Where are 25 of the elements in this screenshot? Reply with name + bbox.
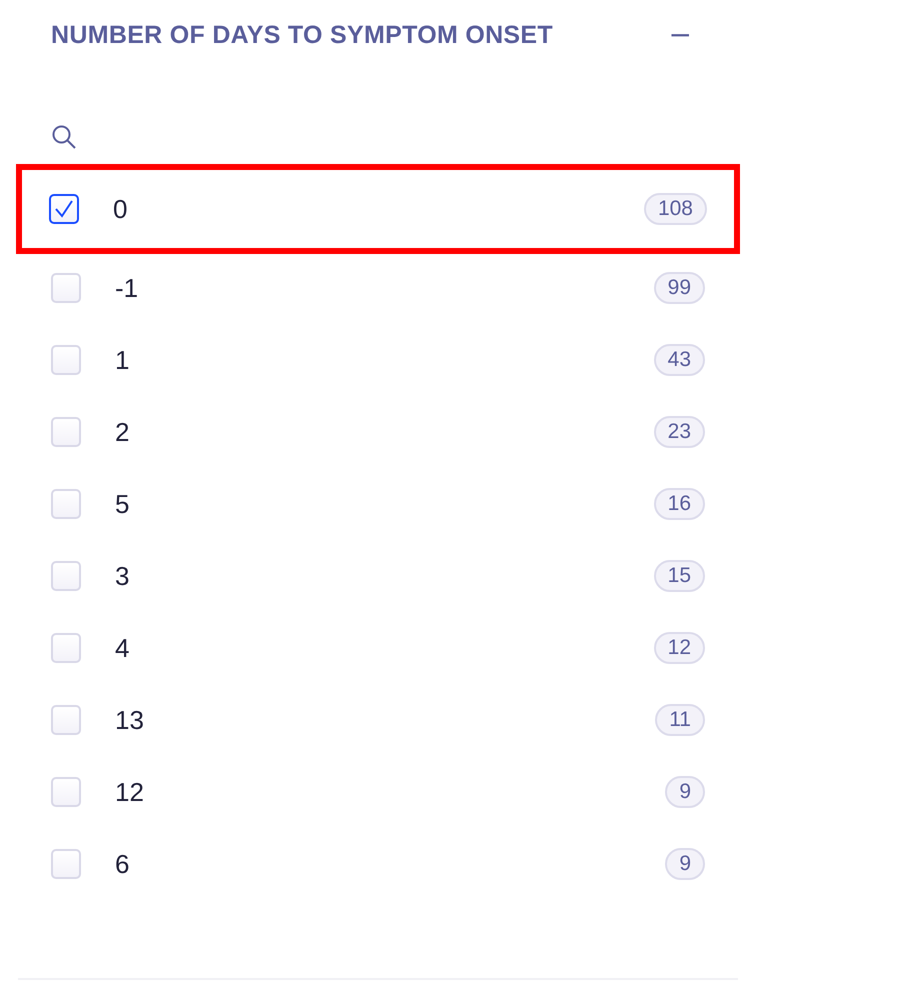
option-label: -1 [115,272,140,304]
option-label: 13 [115,704,145,736]
count-badge: 23 [654,416,705,448]
count-badge: 16 [654,488,705,520]
checkbox[interactable] [49,194,79,224]
option-label: 6 [115,848,130,880]
count-badge: 9 [665,848,705,880]
search-icon[interactable] [51,124,77,150]
option-label: 4 [115,632,130,664]
count-badge: 9 [665,776,705,808]
filter-title: NUMBER OF DAYS TO SYMPTOM ONSET [51,20,553,50]
collapse-button[interactable]: − [664,21,696,49]
count-badge: 11 [655,704,705,736]
count-badge: 43 [654,344,705,376]
option-label: 3 [115,560,130,592]
count-badge: 99 [654,272,705,304]
count-badge: 15 [654,560,705,592]
option-label: 0 [113,194,128,224]
check-icon [54,200,74,218]
option-label: 12 [115,776,145,808]
count-badge: 12 [654,632,705,664]
count-badge: 108 [644,193,707,225]
option-label: 1 [115,344,130,376]
option-label: 5 [115,488,130,520]
option-label: 2 [115,416,130,448]
